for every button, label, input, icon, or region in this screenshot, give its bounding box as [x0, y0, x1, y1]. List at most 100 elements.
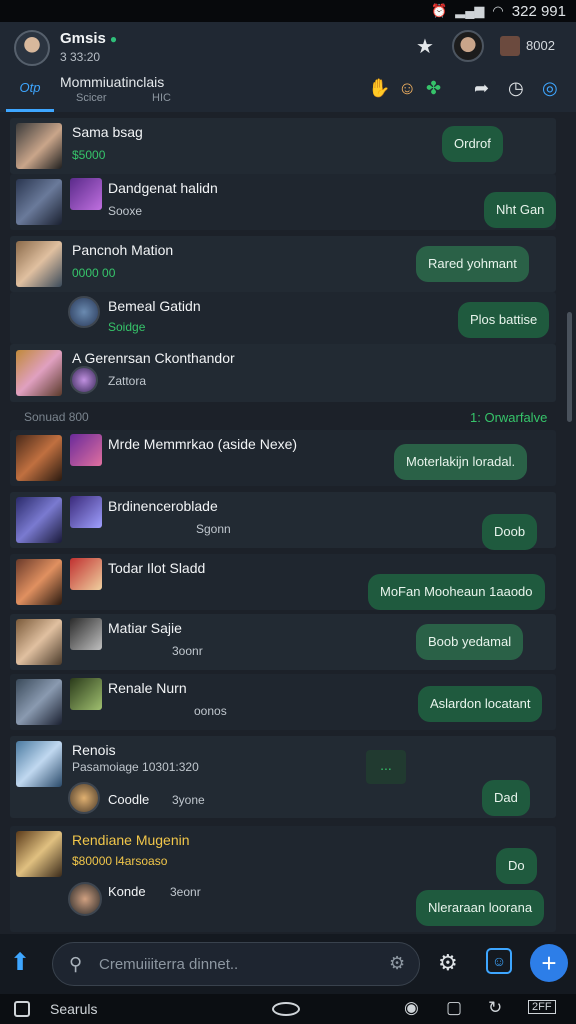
avatar: [16, 241, 62, 287]
add-button[interactable]: +: [530, 944, 568, 982]
bubble-text: Doob: [494, 524, 526, 539]
game-icon: [70, 558, 102, 590]
list-item[interactable]: Renale Nurn oonos Aslardon locatant: [10, 674, 556, 730]
bubble-text: Moterlakijn loradal.: [406, 454, 516, 469]
avatar[interactable]: [14, 30, 50, 66]
message-bubble[interactable]: Rared yohmant: [416, 246, 529, 282]
bubble-text: Rared yohmant: [428, 256, 517, 271]
list-item[interactable]: Mrde Memmrkao (aside Nexe) Moterlakijn l…: [10, 430, 556, 486]
scrollbar[interactable]: [567, 312, 572, 422]
message-bubble[interactable]: Dad: [482, 780, 530, 816]
rotate-icon[interactable]: ↻: [488, 998, 502, 1018]
item-sub-meta: 3eonr: [170, 885, 201, 899]
status-badge: 2FF: [528, 1000, 556, 1014]
avatar: [16, 679, 62, 725]
item-sub-meta: 3yone: [172, 793, 205, 807]
bubble-text: Do: [508, 858, 525, 873]
status-bar: ⏰ ▂▄▆ ◠ 322 991: [0, 0, 576, 22]
face-icon[interactable]: ☺: [398, 78, 416, 99]
recents-icon[interactable]: ▢: [446, 998, 462, 1018]
item-meta: 0000 00: [72, 266, 116, 280]
wifi-icon: ◠: [492, 3, 504, 18]
typing-indicator: ...: [366, 750, 406, 784]
avatar: [16, 435, 62, 481]
item-meta: Soidge: [108, 320, 146, 334]
message-bubble[interactable]: Nleraraan loorana: [416, 890, 545, 926]
chat-title[interactable]: Gmsis ●: [60, 30, 117, 47]
chat-header: Gmsis ● 3 33:20 ★ 8002 Otp Mommiuatinclai…: [0, 22, 576, 112]
section-divider-action[interactable]: 1: Orwarfalve: [470, 410, 547, 425]
camera-icon[interactable]: ◉: [404, 998, 419, 1018]
settings-icon[interactable]: ⚙: [438, 950, 458, 976]
tab-main[interactable]: Mommiuatinclais: [60, 74, 164, 90]
profile-avatar[interactable]: [452, 30, 484, 62]
gear-icon[interactable]: ⚙: [389, 953, 405, 974]
message-bubble[interactable]: Nht Gan: [484, 192, 557, 228]
chat-title-text: Gmsis: [60, 30, 106, 47]
item-meta: Pasamoiage 10301:320: [72, 760, 199, 774]
list-item[interactable]: Rendiane Mugenin $80000 l4arsoaso Do Kon…: [10, 826, 556, 932]
share-icon[interactable]: ➦: [474, 78, 489, 99]
emoji-icon[interactable]: ☺: [486, 948, 512, 974]
tab-sub-label: Scicer: [76, 92, 107, 104]
message-bubble[interactable]: MoFan Mooheaun 1aaodo: [368, 574, 545, 610]
item-name: Brdinenceroblade: [108, 498, 218, 514]
avatar: [16, 619, 62, 665]
item-meta: 3oonr: [172, 644, 203, 658]
item-name: Bemeal Gatidn: [108, 298, 201, 314]
list-item[interactable]: Sama bsag $5000 Ordrof: [10, 118, 556, 174]
verified-icon: ●: [109, 32, 118, 46]
message-input[interactable]: ⚲ Cremuiiiterra dinnet.. ⚙: [52, 942, 420, 986]
star-icon[interactable]: ★: [416, 34, 434, 59]
list-item[interactable]: Dandgenat halidn Sooxe Nht Gan: [10, 174, 557, 230]
bubble-text: Ordrof: [454, 136, 491, 151]
section-divider-label: Sonuad 800: [24, 410, 89, 424]
list-item[interactable]: Matiar Sajie 3oonr Boob yedamal: [10, 614, 556, 670]
upload-icon[interactable]: ⬆: [10, 948, 40, 978]
message-bubble[interactable]: Plos battise: [458, 302, 550, 338]
avatar: [16, 123, 62, 169]
avatar: [70, 366, 98, 394]
message-bubble[interactable]: Do: [496, 848, 537, 884]
message-bubble[interactable]: Moterlakijn loradal.: [394, 444, 528, 480]
avatar: [68, 296, 100, 328]
bubble-text: Aslardon locatant: [430, 696, 531, 711]
message-bubble[interactable]: Doob: [482, 514, 538, 550]
message-bubble[interactable]: Aslardon locatant: [418, 686, 543, 722]
chat-subtitle: 3 33:20: [60, 50, 101, 64]
tab-active[interactable]: Otp: [6, 74, 54, 112]
clover-icon[interactable]: ✤: [426, 78, 441, 99]
list-item[interactable]: Brdinenceroblade Sgonn Doob: [10, 492, 556, 550]
list-item[interactable]: Renois Pasamoiage 10301:320 Coodle 3yone…: [10, 736, 556, 818]
list-item[interactable]: Todar Ilot Sladd MoFan Mooheaun 1aaodo: [10, 554, 556, 610]
hand-icon[interactable]: ✋: [368, 78, 390, 99]
clock-icon[interactable]: ◷: [508, 78, 524, 99]
system-nav-bar: Searuls ◉ ▢ ↻ 2FF: [0, 994, 576, 1024]
item-sub-name: Konde: [108, 884, 146, 899]
message-bubble[interactable]: Boob yedamal: [416, 624, 524, 660]
game-icon: [70, 618, 102, 650]
input-placeholder: Cremuiiiterra dinnet..: [99, 956, 239, 973]
item-name: Mrde Memmrkao (aside Nexe): [108, 436, 298, 452]
conversation-list[interactable]: Sama bsag $5000 Ordrof Dandgenat halidn …: [0, 112, 576, 934]
game-icon: [70, 678, 102, 710]
item-name: Dandgenat halidn: [108, 180, 218, 196]
message-bubble[interactable]: Ordrof: [442, 126, 503, 162]
thumbnail-icon[interactable]: [500, 36, 520, 56]
status-time: 322 991: [511, 2, 566, 20]
app-icon[interactable]: [14, 1001, 30, 1017]
game-icon: [70, 434, 102, 466]
list-item[interactable]: Pancnoh Mation 0000 00 Rared yohmant: [10, 236, 556, 292]
item-meta: $80000 l4arsoaso: [72, 854, 168, 868]
avatar: [16, 179, 62, 225]
list-item[interactable]: A Gerenrsan Ckonthandor Zattora: [10, 344, 556, 402]
item-name: Sama bsag: [72, 124, 143, 140]
bubble-text: Nht Gan: [496, 202, 545, 217]
list-item[interactable]: Bemeal Gatidn Soidge Plos battise: [10, 292, 556, 344]
item-name: Renale Nurn: [108, 680, 187, 696]
search-icon: ⚲: [69, 954, 83, 974]
home-button[interactable]: [272, 1002, 300, 1016]
item-name: Matiar Sajie: [108, 620, 182, 636]
settings-icon[interactable]: ◎: [542, 78, 558, 99]
item-meta: Zattora: [108, 374, 147, 388]
